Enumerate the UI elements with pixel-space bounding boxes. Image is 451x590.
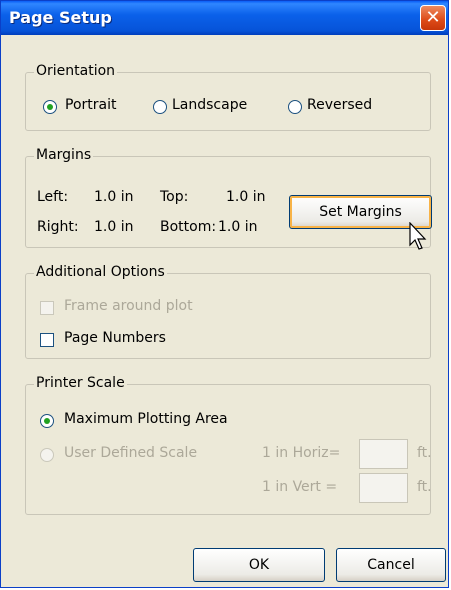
horiz-scale-label: 1 in Horiz=	[262, 445, 341, 461]
user-defined-scale-label[interactable]: User Defined Scale	[64, 445, 197, 461]
top-margin-value: 1.0 in	[226, 189, 266, 205]
left-margin-value: 1.0 in	[94, 189, 134, 205]
top-margin-label: Top:	[160, 189, 189, 205]
additional-options-legend: Additional Options	[34, 264, 167, 280]
margins-legend: Margins	[34, 147, 94, 163]
additional-options-group: Additional Options Frame around plot Pag…	[25, 264, 431, 359]
reversed-label[interactable]: Reversed	[307, 97, 372, 113]
orientation-legend: Orientation	[34, 63, 118, 79]
user-defined-scale-radio[interactable]	[40, 448, 54, 462]
maximum-plotting-area-radio[interactable]	[40, 414, 54, 428]
landscape-label[interactable]: Landscape	[172, 97, 247, 113]
vert-scale-label: 1 in Vert =	[262, 479, 338, 495]
title-bar[interactable]: Page Setup ✕	[1, 1, 448, 35]
vert-unit-label: ft.	[417, 479, 432, 495]
portrait-label[interactable]: Portrait	[65, 97, 116, 113]
mouse-pointer-icon	[409, 222, 427, 250]
ok-button[interactable]: OK	[193, 548, 325, 582]
right-margin-value: 1.0 in	[94, 219, 134, 235]
cancel-button[interactable]: Cancel	[336, 548, 446, 582]
printer-scale-legend: Printer Scale	[34, 375, 127, 391]
bottom-margin-label: Bottom:	[160, 219, 217, 235]
horiz-scale-input[interactable]	[359, 439, 408, 469]
frame-around-plot-checkbox[interactable]	[40, 301, 54, 315]
horiz-unit-label: ft.	[417, 445, 432, 461]
portrait-radio[interactable]	[43, 100, 57, 114]
maximum-plotting-area-label[interactable]: Maximum Plotting Area	[64, 411, 228, 427]
printer-scale-group: Printer Scale Maximum Plotting Area User…	[25, 375, 432, 515]
landscape-radio[interactable]	[153, 100, 167, 114]
page-numbers-checkbox[interactable]	[40, 333, 54, 347]
page-numbers-label[interactable]: Page Numbers	[64, 330, 166, 346]
margins-group: Margins Left: 1.0 in Top: 1.0 in Right: …	[25, 147, 432, 248]
page-setup-dialog: Page Setup ✕ Orientation Portrait Landsc…	[0, 0, 449, 588]
right-margin-label: Right:	[37, 219, 79, 235]
bottom-margin-value: 1.0 in	[218, 219, 258, 235]
left-margin-label: Left:	[37, 189, 69, 205]
close-button[interactable]: ✕	[420, 5, 446, 31]
dialog-title: Page Setup	[9, 8, 112, 27]
orientation-group: Orientation Portrait Landscape Reversed	[25, 63, 431, 131]
reversed-radio[interactable]	[288, 100, 302, 114]
frame-around-plot-label[interactable]: Frame around plot	[64, 298, 193, 314]
vert-scale-input[interactable]	[359, 473, 408, 503]
